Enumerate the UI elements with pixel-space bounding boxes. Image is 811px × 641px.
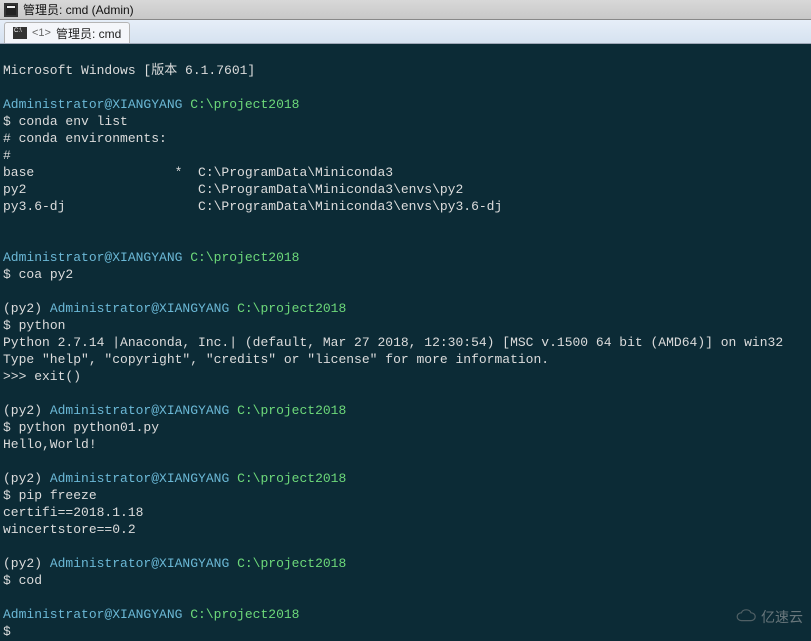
window-title: 管理员: cmd (Admin): [23, 1, 134, 18]
version-line: Microsoft Windows [版本 6.1.7601]: [3, 63, 255, 78]
window-titlebar[interactable]: 管理员: cmd (Admin): [0, 0, 811, 20]
prompt-symbol: $: [3, 624, 11, 639]
python-banner2: Type "help", "copyright", "credits" or "…: [3, 352, 549, 367]
prompt-symbol: $: [3, 267, 19, 282]
prompt-user: Administrator@XIANGYANG: [50, 556, 229, 571]
cmd-python: python: [19, 318, 66, 333]
prompt-path: C:\project2018: [237, 556, 346, 571]
env-prefix: (py2): [3, 301, 50, 316]
cmd-coa-py2: coa py2: [19, 267, 74, 282]
pip-certifi: certifi==2018.1.18: [3, 505, 143, 520]
prompt-user: Administrator@XIANGYANG: [3, 607, 182, 622]
pip-wincertstore: wincertstore==0.2: [3, 522, 136, 537]
cmd-conda-env-list: conda env list: [19, 114, 128, 129]
prompt-user: Administrator@XIANGYANG: [50, 471, 229, 486]
env-hash: #: [3, 148, 11, 163]
prompt-symbol: $: [3, 573, 19, 588]
tab-index: <1>: [32, 27, 51, 39]
tab-bar: <1> 管理员: cmd: [0, 20, 811, 44]
env-prefix: (py2): [3, 471, 50, 486]
cmd-python-file: python python01.py: [19, 420, 159, 435]
env-prefix: (py2): [3, 556, 50, 571]
prompt-path: C:\project2018: [237, 301, 346, 316]
cmd-cod: cod: [19, 573, 42, 588]
prompt-path: C:\project2018: [190, 97, 299, 112]
watermark-text: 亿速云: [761, 607, 803, 627]
cmd-icon: [13, 27, 27, 39]
prompt-path: C:\project2018: [237, 471, 346, 486]
watermark: 亿速云: [733, 607, 803, 627]
cmd-pip-freeze: pip freeze: [19, 488, 97, 503]
python-exit: >>> exit(): [3, 369, 81, 384]
env-prefix: (py2): [3, 403, 50, 418]
prompt-path: C:\project2018: [190, 250, 299, 265]
env-base: base * C:\ProgramData\Miniconda3: [3, 165, 393, 180]
prompt-user: Administrator@XIANGYANG: [50, 403, 229, 418]
env-py2: py2 C:\ProgramData\Miniconda3\envs\py2: [3, 182, 463, 197]
prompt-symbol: $: [3, 488, 19, 503]
tab-cmd[interactable]: <1> 管理员: cmd: [4, 22, 130, 43]
prompt-path: C:\project2018: [237, 403, 346, 418]
prompt-symbol: $: [3, 420, 19, 435]
tab-label: 管理员: cmd: [56, 25, 121, 42]
prompt-user: Administrator@XIANGYANG: [3, 97, 182, 112]
env-py36: py3.6-dj C:\ProgramData\Miniconda3\envs\…: [3, 199, 502, 214]
cloud-icon: [733, 609, 757, 625]
python-banner1: Python 2.7.14 |Anaconda, Inc.| (default,…: [3, 335, 783, 350]
prompt-symbol: $: [3, 318, 19, 333]
prompt-user: Administrator@XIANGYANG: [50, 301, 229, 316]
app-icon: [4, 3, 18, 17]
prompt-symbol: $: [3, 114, 19, 129]
prompt-user: Administrator@XIANGYANG: [3, 250, 182, 265]
terminal-output[interactable]: Microsoft Windows [版本 6.1.7601] Administ…: [0, 44, 811, 641]
env-header: # conda environments:: [3, 131, 167, 146]
hello-world: Hello,World!: [3, 437, 97, 452]
prompt-path: C:\project2018: [190, 607, 299, 622]
